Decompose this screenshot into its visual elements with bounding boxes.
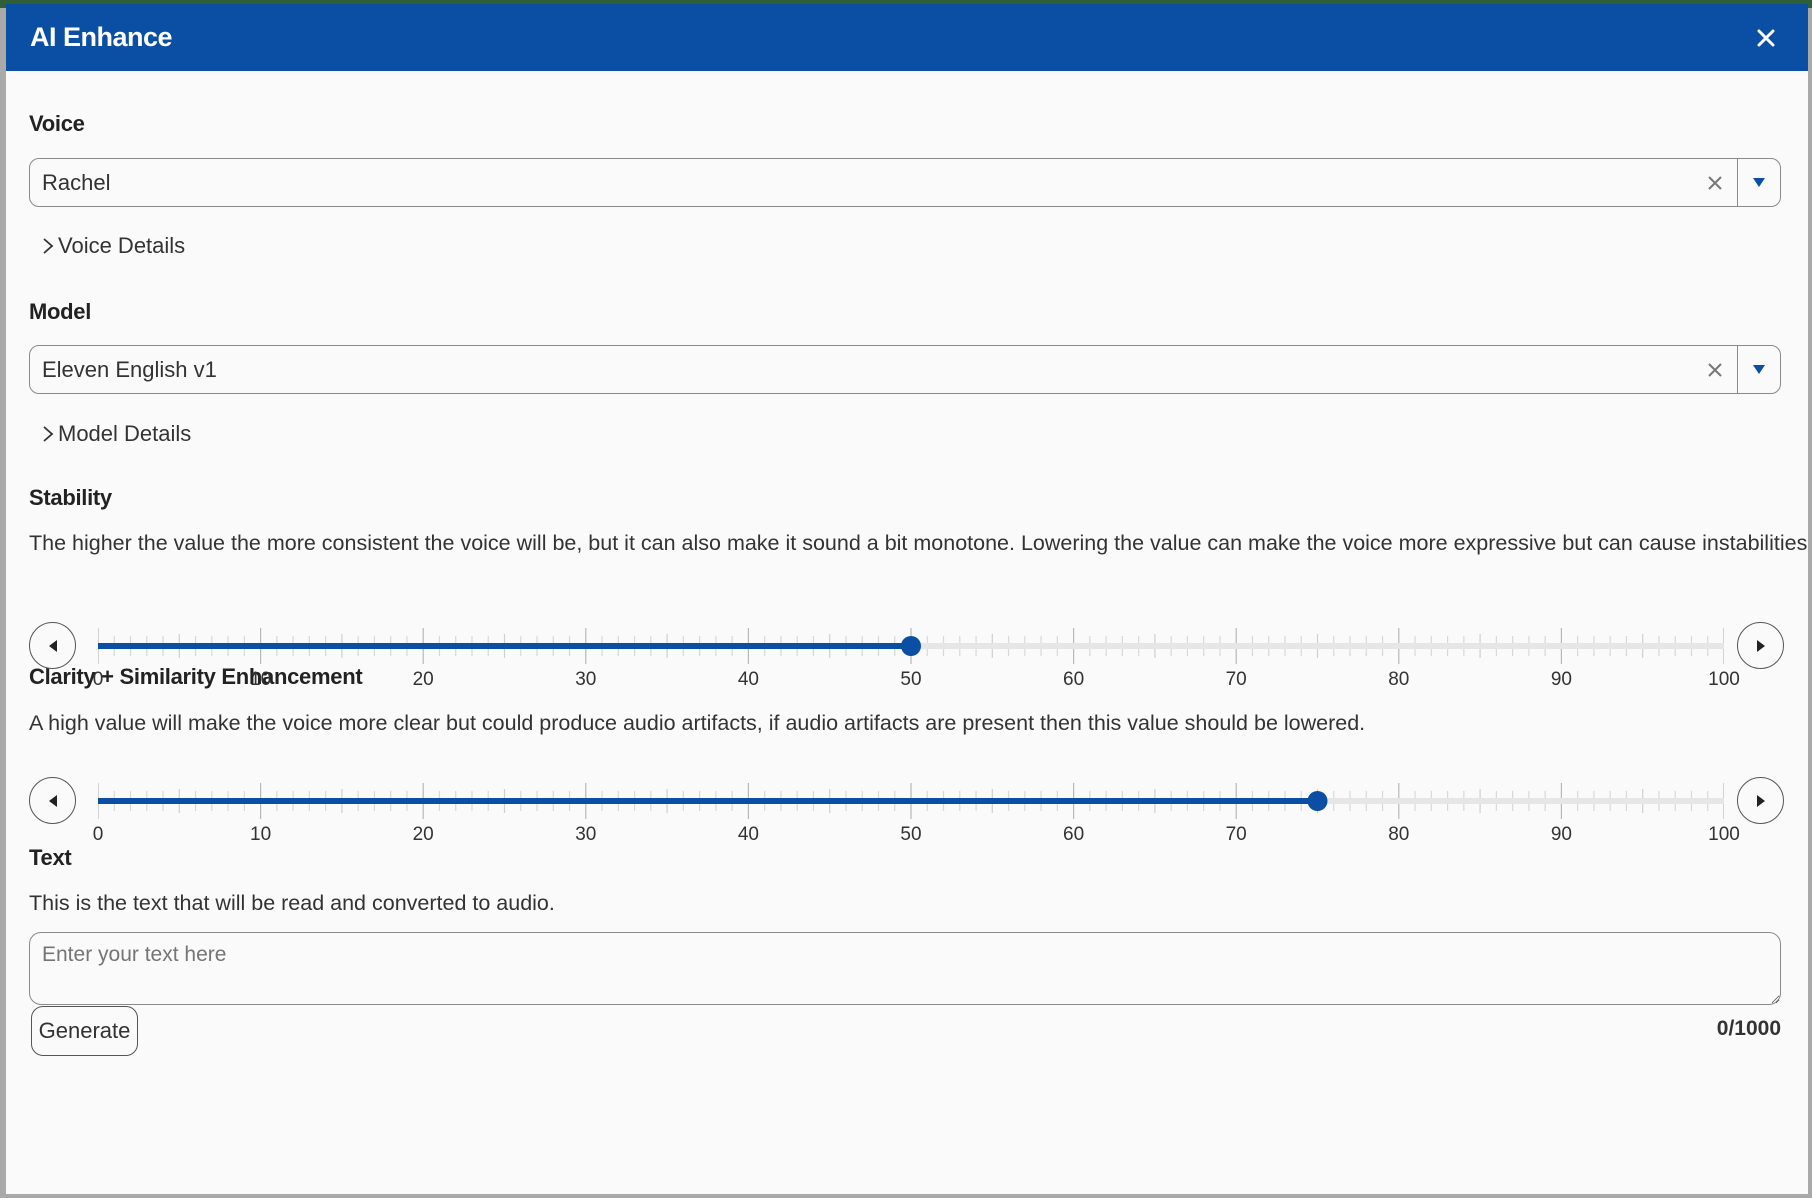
caret-down-icon bbox=[1753, 178, 1765, 187]
model-select-value: Eleven English v1 bbox=[42, 356, 217, 382]
model-select[interactable]: Eleven English v1 bbox=[29, 345, 1781, 394]
voice-select[interactable]: Rachel bbox=[29, 158, 1781, 207]
tick-label: 80 bbox=[1388, 824, 1410, 845]
stability-slider-thumb[interactable] bbox=[901, 636, 921, 656]
voice-details-expander[interactable]: Voice Details bbox=[42, 233, 185, 259]
tick-label: 90 bbox=[1550, 824, 1572, 845]
model-details-expander[interactable]: Model Details bbox=[42, 421, 191, 447]
tick-label: 10 bbox=[250, 824, 272, 845]
text-label: Text bbox=[29, 845, 72, 870]
stability-track-area: 0 10 20 30 40 50 60 70 80 90 100 bbox=[93, 622, 1740, 693]
model-details-label: Model Details bbox=[58, 421, 192, 446]
tick-label: 40 bbox=[737, 824, 759, 845]
stability-slider[interactable]: 0 10 20 30 40 50 60 70 80 90 100 bbox=[29, 622, 1787, 692]
clarity-slider[interactable]: 0 10 20 30 40 50 60 70 80 90 100 bbox=[29, 777, 1787, 847]
caret-down-icon bbox=[1753, 365, 1765, 374]
dialog-titlebar: AI Enhance bbox=[6, 4, 1808, 71]
caret-left-icon bbox=[48, 794, 57, 807]
clarity-ticks bbox=[98, 783, 1724, 819]
stability-tick-labels: 0 10 20 30 40 50 60 70 80 90 100 bbox=[93, 669, 1740, 693]
caret-right-icon bbox=[1756, 639, 1765, 652]
model-label: Model bbox=[29, 299, 92, 324]
model-clear-button[interactable] bbox=[1693, 346, 1737, 393]
stability-label: Stability bbox=[29, 485, 112, 510]
tick-label: 100 bbox=[1708, 669, 1740, 690]
stability-increment-button[interactable] bbox=[1737, 622, 1784, 669]
tick-label: 50 bbox=[900, 669, 922, 690]
tick-label: 70 bbox=[1225, 824, 1247, 845]
clarity-slider-thumb[interactable] bbox=[1307, 791, 1328, 811]
character-counter: 0/1000 bbox=[1716, 1017, 1781, 1040]
voice-label: Voice bbox=[29, 111, 85, 136]
clarity-track-area: 0 10 20 30 40 50 60 70 80 90 100 bbox=[93, 777, 1740, 848]
clarity-increment-button[interactable] bbox=[1737, 777, 1784, 824]
caret-right-icon bbox=[1756, 794, 1765, 807]
voice-details-label: Voice Details bbox=[58, 233, 186, 258]
ai-enhance-dialog: AI Enhance Voice Rachel Voice Details Mo… bbox=[6, 4, 1808, 1194]
tick-label: 60 bbox=[1063, 669, 1085, 690]
tick-label: 30 bbox=[575, 824, 597, 845]
tick-label: 0 bbox=[92, 669, 104, 690]
chevron-right-icon bbox=[43, 426, 54, 442]
text-description: This is the text that will be read and c… bbox=[29, 891, 555, 915]
clarity-decrement-button[interactable] bbox=[29, 777, 76, 824]
caret-left-icon bbox=[48, 639, 57, 652]
tick-label: 50 bbox=[900, 824, 922, 845]
voice-dropdown-toggle[interactable] bbox=[1737, 159, 1780, 206]
voice-clear-button[interactable] bbox=[1693, 159, 1737, 206]
clarity-description: A high value will make the voice more cl… bbox=[29, 711, 1366, 735]
close-button[interactable] bbox=[1748, 20, 1784, 56]
tick-label: 60 bbox=[1063, 824, 1085, 845]
tick-label: 20 bbox=[412, 824, 434, 845]
clear-icon bbox=[1708, 362, 1722, 377]
clear-icon bbox=[1708, 175, 1722, 190]
tick-label: 100 bbox=[1708, 824, 1740, 845]
stability-description: The higher the value the more consistent… bbox=[29, 531, 1808, 555]
tick-label: 0 bbox=[92, 824, 104, 845]
tick-label: 40 bbox=[737, 669, 759, 690]
clarity-tick-labels: 0 10 20 30 40 50 60 70 80 90 100 bbox=[93, 824, 1740, 848]
close-icon bbox=[1757, 29, 1775, 46]
generate-button[interactable]: Generate bbox=[31, 1006, 138, 1056]
text-input[interactable] bbox=[29, 932, 1781, 1005]
tick-label: 10 bbox=[250, 669, 272, 690]
tick-label: 20 bbox=[412, 669, 434, 690]
dialog-title: AI Enhance bbox=[30, 22, 173, 52]
tick-label: 70 bbox=[1225, 669, 1247, 690]
tick-label: 30 bbox=[575, 669, 597, 690]
tick-label: 80 bbox=[1388, 669, 1410, 690]
tick-label: 90 bbox=[1550, 669, 1572, 690]
chevron-right-icon bbox=[43, 238, 54, 254]
stability-decrement-button[interactable] bbox=[29, 622, 76, 669]
stability-ticks bbox=[98, 628, 1724, 664]
voice-select-value: Rachel bbox=[42, 169, 111, 195]
model-dropdown-toggle[interactable] bbox=[1737, 346, 1780, 393]
